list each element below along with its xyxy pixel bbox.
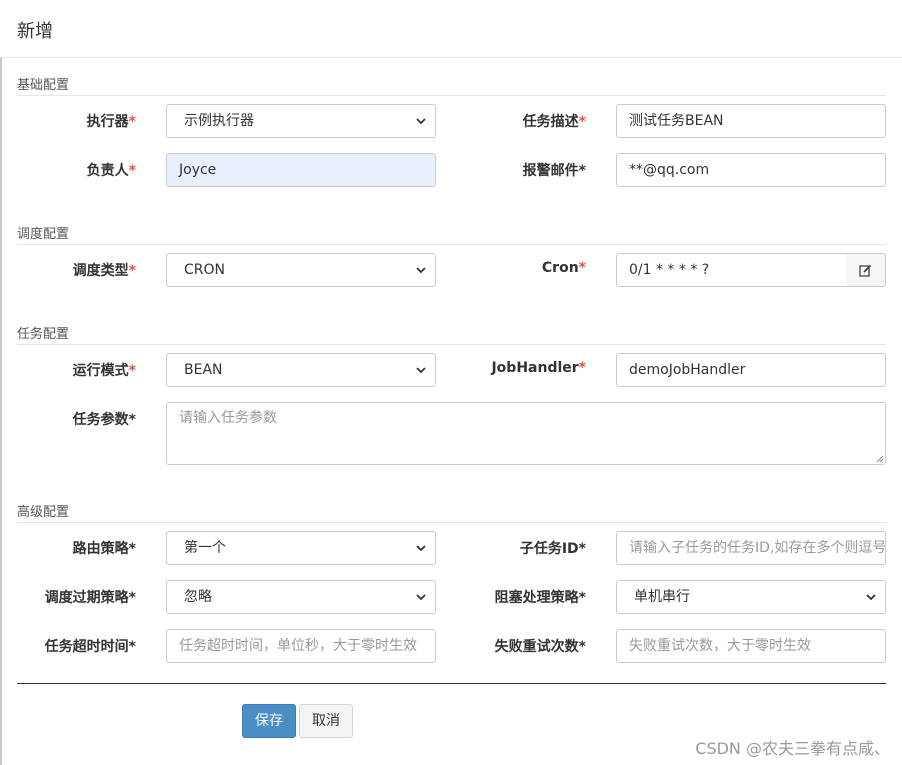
- chevron-down-icon: [416, 367, 426, 374]
- alarm-email-label: 报警邮件*: [522, 163, 586, 179]
- cron-edit-button[interactable]: [846, 253, 886, 287]
- route-strategy-select[interactable]: 第一个: [166, 531, 436, 565]
- misfire-strategy-label: 调度过期策略*: [44, 590, 136, 606]
- owner-label: 负责人*: [86, 163, 136, 179]
- cancel-button[interactable]: 取消: [299, 704, 353, 738]
- run-mode-label: 运行模式*: [72, 363, 136, 379]
- chevron-down-icon: [866, 594, 876, 601]
- task-param-label: 任务参数*: [72, 412, 136, 428]
- schedule-type-label: 调度类型*: [72, 263, 136, 279]
- chevron-down-icon: [416, 118, 426, 125]
- section-task: 任务配置: [17, 323, 886, 345]
- resize-grip-icon[interactable]: [874, 453, 884, 463]
- route-strategy-label: 路由策略*: [72, 541, 136, 557]
- window-edge: [0, 0, 2, 765]
- chevron-down-icon: [416, 267, 426, 274]
- job-handler-input[interactable]: demoJobHandler: [616, 353, 886, 387]
- block-strategy-label: 阻塞处理策略*: [494, 590, 586, 606]
- cron-input[interactable]: 0/1 * * * * ?: [616, 253, 847, 287]
- executor-select[interactable]: 示例执行器: [166, 104, 436, 138]
- timeout-input[interactable]: 任务超时时间，单位秒，大于零时生效: [166, 629, 436, 663]
- chevron-down-icon: [416, 594, 426, 601]
- dialog-header: 新增: [0, 0, 902, 58]
- timeout-label: 任务超时时间*: [44, 639, 136, 655]
- chevron-down-icon: [416, 545, 426, 552]
- executor-label: 执行器*: [86, 114, 136, 130]
- section-basic: 基础配置: [17, 74, 886, 96]
- run-mode-select[interactable]: BEAN: [166, 353, 436, 387]
- cron-label: Cron*: [541, 260, 586, 276]
- misfire-strategy-select[interactable]: 忽略: [166, 580, 436, 614]
- retry-count-input[interactable]: 失败重试次数，大于零时生效: [616, 629, 886, 663]
- child-job-id-label: 子任务ID*: [519, 541, 586, 557]
- alarm-email-input[interactable]: **@qq.com: [616, 153, 886, 187]
- child-job-id-input[interactable]: 请输入子任务的任务ID,如存在多个则逗号分隔: [616, 531, 886, 565]
- schedule-type-select[interactable]: CRON: [166, 253, 436, 287]
- edit-icon: [859, 264, 872, 277]
- dialog-title: 新增: [17, 21, 53, 42]
- job-handler-label: JobHandler*: [491, 360, 586, 376]
- save-button[interactable]: 保存: [242, 704, 296, 738]
- owner-input[interactable]: Joyce: [166, 153, 436, 187]
- task-desc-label: 任务描述*: [522, 114, 586, 130]
- task-param-textarea[interactable]: 请输入任务参数: [166, 402, 886, 465]
- retry-count-label: 失败重试次数*: [494, 639, 586, 655]
- section-schedule: 调度配置: [17, 223, 886, 245]
- block-strategy-select[interactable]: 单机串行: [616, 580, 886, 614]
- task-desc-input[interactable]: 测试任务BEAN: [616, 104, 886, 138]
- footer-divider: [17, 683, 886, 684]
- section-advanced: 高级配置: [17, 501, 886, 523]
- watermark: CSDN @农夫三拳有点咸、: [695, 739, 890, 758]
